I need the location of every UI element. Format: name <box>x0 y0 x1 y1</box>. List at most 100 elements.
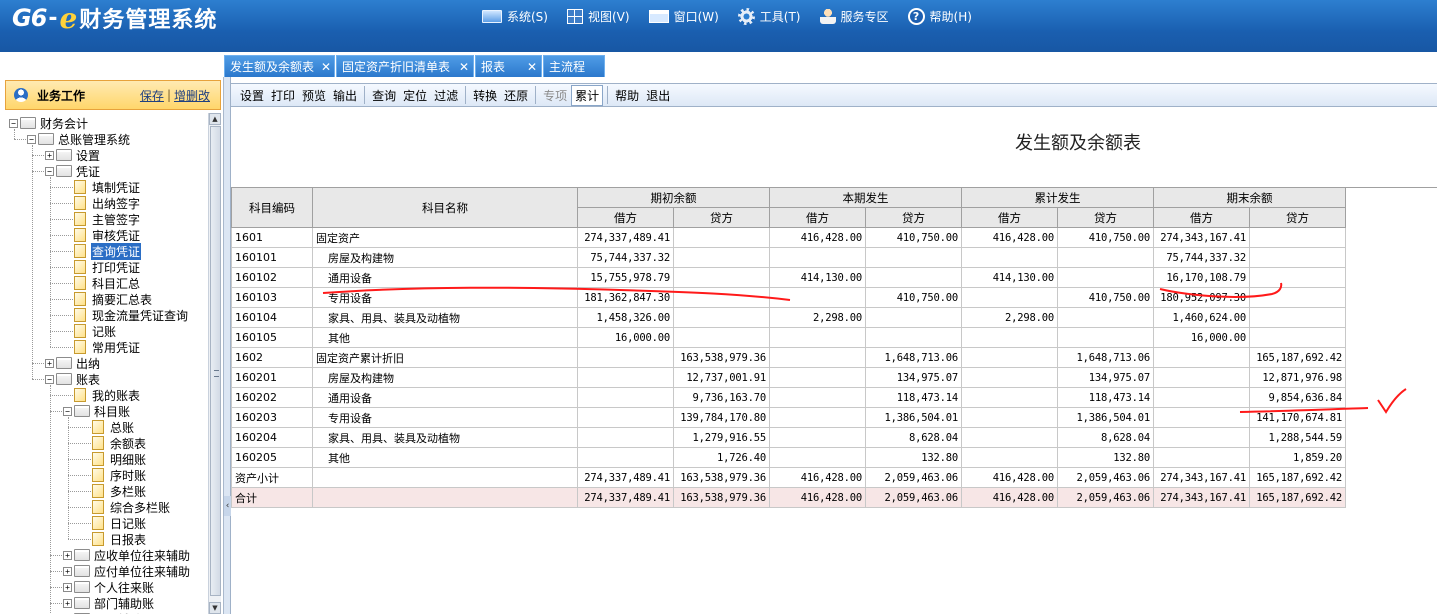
menu-window[interactable]: 窗口(W) <box>648 8 719 25</box>
close-tab-icon[interactable]: ✕ <box>527 60 537 74</box>
tree-node[interactable]: 序时账 <box>92 467 147 483</box>
folder-icon <box>56 357 72 369</box>
toolbar-button[interactable]: 帮助 <box>612 86 642 105</box>
toolbar-button[interactable]: 还原 <box>501 86 531 105</box>
amount-cell <box>961 287 1058 308</box>
scroll-up-icon[interactable]: ▲ <box>209 113 221 125</box>
tab-3[interactable]: 主流程 <box>543 55 605 77</box>
tree-node[interactable]: 现金流量凭证查询 <box>74 307 189 323</box>
scroll-thumb[interactable] <box>210 126 221 596</box>
table-row[interactable]: 160103 专用设备 181,362,847.30 410,750.00 410,75… <box>231 287 1346 308</box>
tree-node[interactable]: + 应收单位往来辅助 <box>63 547 191 563</box>
table-row[interactable]: 160104 家具、用具、装具及动植物 1,458,326.00 2,298.00 2,… <box>231 307 1346 328</box>
table-row[interactable]: 160105 其他 16,000.00 16,000.00 <box>231 327 1346 348</box>
tree-node[interactable]: 多栏账 <box>92 483 147 499</box>
tree-node[interactable]: − 凭证 <box>45 163 101 179</box>
collapse-icon[interactable]: − <box>27 134 36 144</box>
tree-node[interactable]: 总账 <box>92 419 135 435</box>
tree-node[interactable]: 常用凭证 <box>74 339 141 355</box>
table-row[interactable]: 160204 家具、用具、装具及动植物 1,279,916.55 8,628.04 8,… <box>231 427 1346 448</box>
tab-0[interactable]: 发生额及余额表 ✕ <box>224 55 335 77</box>
toolbar-button[interactable]: 预览 <box>299 86 329 105</box>
table-row[interactable]: 160203 专用设备 139,784,170.80 1,386,504.01 1,38… <box>231 407 1346 428</box>
toolbar-button[interactable]: 退出 <box>643 86 673 105</box>
edit-link[interactable]: 增删改 <box>174 87 210 104</box>
table-row[interactable]: 资产小计 274,337,489.41 163,538,979.36 416,428.… <box>231 467 1346 488</box>
table-row[interactable]: 160201 房屋及构建物 12,737,001.91 134,975.07 134,9… <box>231 367 1346 388</box>
table-row[interactable]: 160205 其他 1,726.40 132.80 132.80 1,859.20 <box>231 447 1346 468</box>
tree-node[interactable]: 综合多栏账 <box>92 499 171 515</box>
collapse-arrow-icon[interactable]: ‹ <box>224 496 231 516</box>
header-closing-balance: 期末余额 <box>1153 187 1346 208</box>
tree-node[interactable]: 我的账表 <box>74 387 141 403</box>
tree-node[interactable]: − 总账管理系统 <box>27 131 131 147</box>
tree-node-label: 日报表 <box>110 532 147 547</box>
tree-node[interactable]: + 个人往来账 <box>63 579 155 595</box>
tree-node[interactable]: 填制凭证 <box>74 179 141 195</box>
menu-system[interactable]: 系统(S) <box>482 8 548 25</box>
tree-node[interactable]: + 应付单位往来辅助 <box>63 563 191 579</box>
collapse-icon[interactable]: − <box>63 406 72 416</box>
toolbar-button[interactable]: 累计 <box>571 84 604 106</box>
expand-icon[interactable]: + <box>45 358 54 368</box>
expand-icon[interactable]: + <box>63 598 72 608</box>
tree-node[interactable]: 记账 <box>74 323 117 339</box>
table-row[interactable]: 合计 274,337,489.41 163,538,979.36 416,428.00… <box>231 487 1346 508</box>
table-row[interactable]: 160101 房屋及构建物 75,744,337.32 75,744,337.32 <box>231 247 1346 268</box>
expand-icon[interactable]: + <box>45 150 54 160</box>
collapse-icon[interactable]: − <box>45 374 54 384</box>
tree-node[interactable]: 摘要汇总表 <box>74 291 153 307</box>
table-row[interactable]: 160202 通用设备 9,736,163.70 118,473.14 118,473.… <box>231 387 1346 408</box>
toolbar-button[interactable]: 查询 <box>369 86 399 105</box>
toolbar-button[interactable]: 设置 <box>237 86 267 105</box>
save-link[interactable]: 保存 <box>140 87 164 104</box>
tree-scrollbar[interactable]: ▲ ▼ <box>208 113 221 614</box>
toolbar-button[interactable]: 输出 <box>330 86 360 105</box>
tree-node[interactable]: 主管签字 <box>74 211 141 227</box>
tree-node[interactable]: + 出纳 <box>45 355 101 371</box>
tree-node[interactable]: 日记账 <box>92 515 147 531</box>
tree-node[interactable]: 打印凭证 <box>74 259 141 275</box>
menu-tools[interactable]: 工具(T) <box>737 7 801 25</box>
table-row[interactable]: 160102 通用设备 15,755,978.79 414,130.00 414,130… <box>231 267 1346 288</box>
expand-icon[interactable]: + <box>63 566 72 576</box>
tree-node[interactable]: 审核凭证 <box>74 227 141 243</box>
table-row[interactable]: 1601 固定资产 274,337,489.41 416,428.00 410,750.… <box>231 227 1346 248</box>
scroll-down-icon[interactable]: ▼ <box>209 602 221 614</box>
tree-node[interactable]: + 部门辅助账 <box>63 595 155 611</box>
tab-2[interactable]: 报表 ✕ <box>475 55 542 77</box>
tree-node[interactable]: 出纳签字 <box>74 195 141 211</box>
account-name-cell: 房屋及构建物 <box>312 247 578 268</box>
table-row[interactable]: 1602 固定资产累计折旧 163,538,979.36 1,648,713.06 1,… <box>231 347 1346 368</box>
menu-service[interactable]: 服务专区 <box>819 8 889 25</box>
menu-view[interactable]: 视图(V) <box>566 8 630 25</box>
toolbar-button[interactable]: 转换 <box>470 86 500 105</box>
tree-node[interactable]: + 设置 <box>45 147 101 163</box>
account-name-cell: 固定资产累计折旧 <box>312 347 578 368</box>
tree-node[interactable]: − 科目账 <box>63 403 131 419</box>
tree-node[interactable]: 明细账 <box>92 451 147 467</box>
expand-icon[interactable]: + <box>63 550 72 560</box>
amount-cell: 165,187,692.42 <box>1249 347 1346 368</box>
tree-node[interactable]: 查询凭证 <box>74 242 142 260</box>
toolbar-button[interactable]: 打印 <box>268 86 298 105</box>
expand-icon[interactable]: + <box>63 582 72 592</box>
collapse-icon[interactable]: − <box>9 118 18 128</box>
tree-node[interactable]: 科目汇总 <box>74 275 141 291</box>
amount-cell <box>769 407 866 428</box>
tab-1[interactable]: 固定资产折旧清单表 ✕ <box>336 55 474 77</box>
toolbar-button[interactable]: 过滤 <box>431 86 461 105</box>
tree-node[interactable]: 余额表 <box>92 435 147 451</box>
panel-splitter[interactable]: ‹ <box>224 77 231 614</box>
close-tab-icon[interactable]: ✕ <box>321 60 331 74</box>
amount-cell: 2,059,463.06 <box>865 467 962 488</box>
tree-node[interactable]: − 财务会计 <box>9 115 89 131</box>
tree-connector <box>32 363 44 364</box>
collapse-icon[interactable]: − <box>45 166 54 176</box>
toolbar-button[interactable]: 定位 <box>400 86 430 105</box>
tree-node[interactable]: 日报表 <box>92 531 147 547</box>
close-tab-icon[interactable]: ✕ <box>459 60 469 74</box>
tree-node[interactable]: − 账表 <box>45 371 101 387</box>
menu-help[interactable]: ? 帮助(H) <box>907 7 972 25</box>
tree-node-label: 综合多栏账 <box>110 500 171 515</box>
